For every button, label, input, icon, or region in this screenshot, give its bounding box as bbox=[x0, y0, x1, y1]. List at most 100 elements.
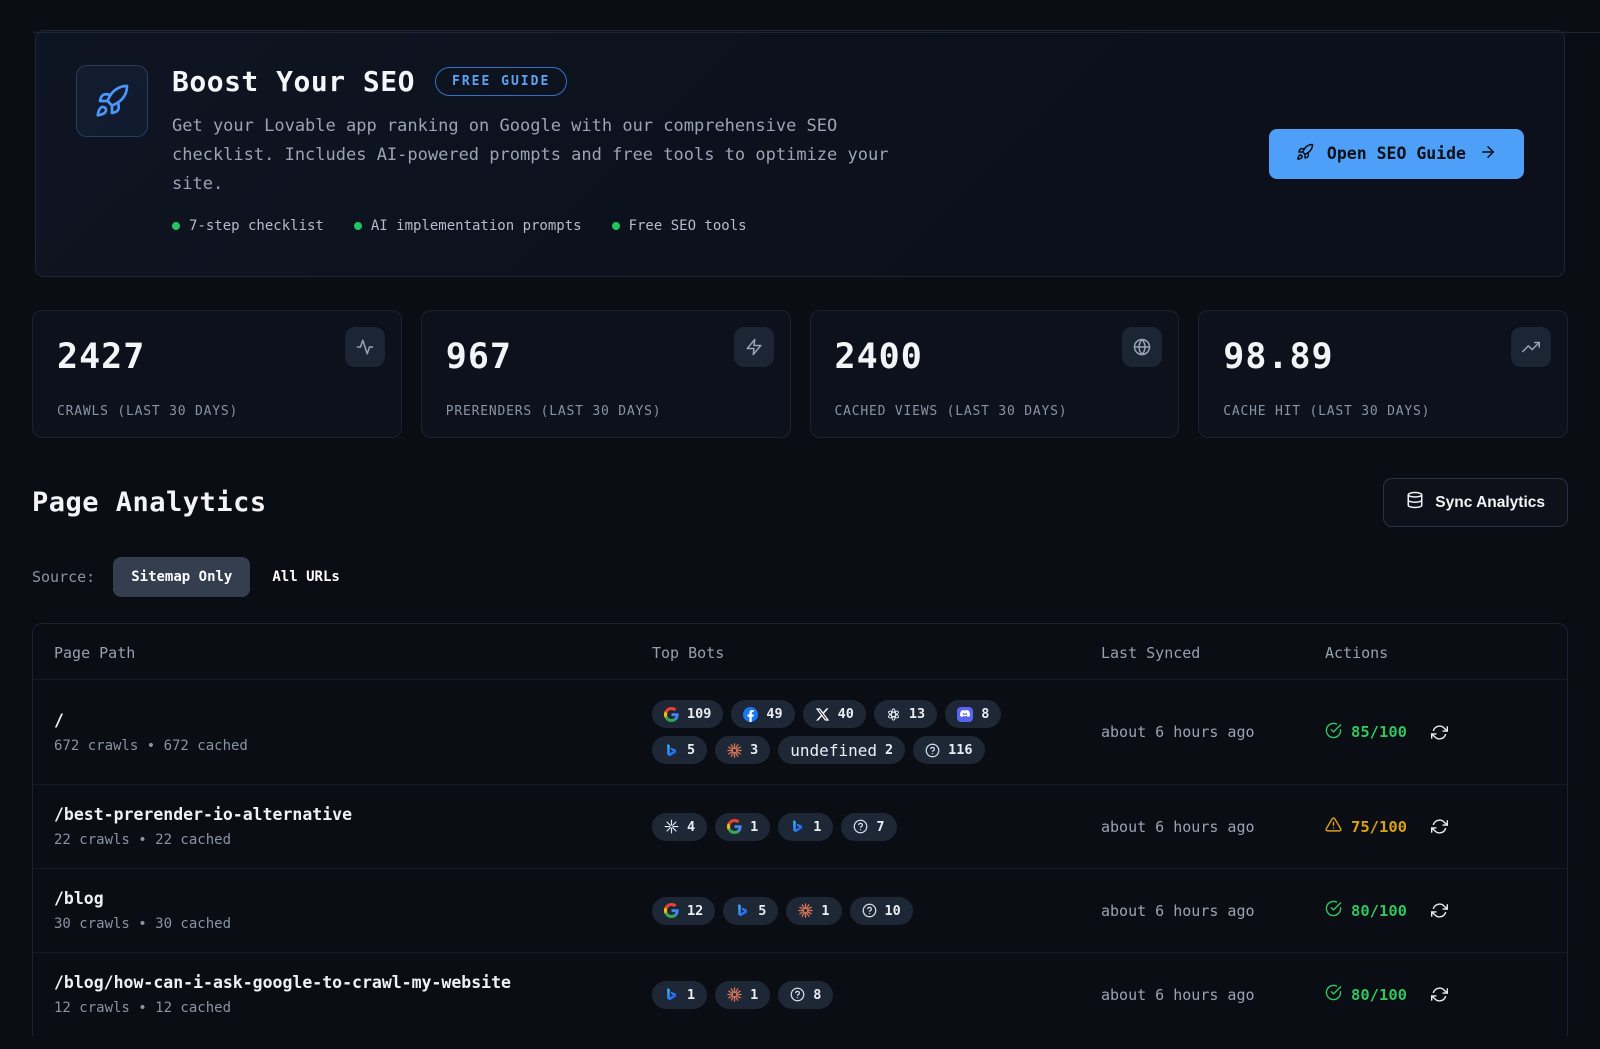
bot-badge: 5 bbox=[652, 736, 707, 764]
page-path: /best-prerender-io-alternative bbox=[54, 805, 652, 824]
source-row: Source: Sitemap OnlyAll URLs bbox=[32, 557, 1568, 597]
feature-item: 7-step checklist bbox=[172, 218, 324, 234]
stat-label: CACHE HIT (LAST 30 DAYS) bbox=[1223, 404, 1430, 419]
crawl-meta: 30 crawls • 30 cached bbox=[54, 916, 652, 932]
table-body: /672 crawls • 672 cached109494013853unde… bbox=[33, 679, 1567, 1036]
refresh-button[interactable] bbox=[1431, 818, 1448, 835]
feature-label: AI implementation prompts bbox=[371, 218, 582, 234]
claude-icon bbox=[727, 987, 742, 1002]
bot-badge: 10 bbox=[850, 897, 913, 925]
table-row: /672 crawls • 672 cached109494013853unde… bbox=[33, 679, 1567, 784]
database-icon bbox=[1406, 491, 1424, 514]
bolt-icon bbox=[734, 327, 774, 367]
globe-icon bbox=[1122, 327, 1162, 367]
claude-icon bbox=[727, 743, 742, 758]
green-dot-icon bbox=[172, 222, 180, 230]
star-bot-icon bbox=[664, 819, 679, 834]
stat-value: 967 bbox=[446, 337, 766, 377]
bot-badge: 8 bbox=[778, 981, 833, 1009]
table-row: /blog/how-can-i-ask-google-to-crawl-my-w… bbox=[33, 952, 1567, 1036]
crawl-meta: 22 crawls • 22 cached bbox=[54, 832, 652, 848]
x-icon bbox=[815, 707, 830, 722]
bot-badge: 109 bbox=[652, 700, 723, 728]
banner-title: Boost Your SEO bbox=[172, 65, 415, 98]
green-dot-icon bbox=[612, 222, 620, 230]
sync-analytics-button[interactable]: Sync Analytics bbox=[1383, 478, 1568, 527]
feature-item: AI implementation prompts bbox=[354, 218, 582, 234]
bot-count: 7 bbox=[876, 819, 884, 835]
last-synced: about 6 hours ago bbox=[1101, 902, 1325, 920]
open-seo-guide-button[interactable]: Open SEO Guide bbox=[1269, 129, 1524, 179]
stat-card: 2400CACHED VIEWS (LAST 30 DAYS) bbox=[810, 310, 1180, 438]
free-guide-badge: FREE GUIDE bbox=[435, 67, 567, 96]
bot-badge: 1 bbox=[715, 981, 770, 1009]
bot-count: 1 bbox=[750, 819, 758, 835]
stats-row: 2427CRAWLS (LAST 30 DAYS)967PRERENDERS (… bbox=[32, 310, 1568, 438]
source-option-all-urls[interactable]: All URLs bbox=[254, 557, 357, 597]
banner-features: 7-step checklist AI implementation prompt… bbox=[172, 218, 1269, 234]
last-synced: about 6 hours ago bbox=[1101, 986, 1325, 1004]
warning-triangle-icon bbox=[1325, 816, 1342, 837]
green-dot-icon bbox=[354, 222, 362, 230]
bot-count: 10 bbox=[885, 903, 901, 919]
page-analytics-title: Page Analytics bbox=[32, 487, 267, 518]
score-value: 75/100 bbox=[1351, 818, 1407, 836]
score-value: 80/100 bbox=[1351, 986, 1407, 1004]
stat-label: CACHED VIEWS (LAST 30 DAYS) bbox=[835, 404, 1068, 419]
stat-label: CRAWLS (LAST 30 DAYS) bbox=[57, 404, 238, 419]
bot-badge: 1 bbox=[786, 897, 841, 925]
page-path: /blog bbox=[54, 889, 652, 908]
seo-score: 85/100 bbox=[1325, 722, 1407, 743]
source-option-sitemap-only[interactable]: Sitemap Only bbox=[113, 557, 250, 597]
bot-count: 8 bbox=[981, 706, 989, 722]
last-synced: about 6 hours ago bbox=[1101, 818, 1325, 836]
linkedin-icon: undefined bbox=[790, 741, 877, 760]
unknown-bot-icon bbox=[925, 743, 940, 758]
bot-count: 13 bbox=[909, 706, 925, 722]
bot-count: 4 bbox=[687, 819, 695, 835]
refresh-button[interactable] bbox=[1431, 724, 1448, 741]
stat-card: 98.89CACHE HIT (LAST 30 DAYS) bbox=[1198, 310, 1568, 438]
google-icon bbox=[727, 819, 742, 834]
arrow-right-icon bbox=[1479, 143, 1497, 165]
bot-count: 1 bbox=[687, 987, 695, 1003]
bot-count: 49 bbox=[766, 706, 782, 722]
page-analytics-header: Page Analytics Sync Analytics bbox=[32, 478, 1568, 527]
bot-badge: 1 bbox=[715, 813, 770, 841]
feature-label: 7-step checklist bbox=[189, 218, 324, 234]
crawl-meta: 672 crawls • 672 cached bbox=[54, 738, 652, 754]
stat-card: 967PRERENDERS (LAST 30 DAYS) bbox=[421, 310, 791, 438]
bot-badge: undefined 2 bbox=[778, 736, 905, 764]
table-row: /best-prerender-io-alternative 22 crawls … bbox=[33, 784, 1567, 868]
bot-count: 1 bbox=[821, 903, 829, 919]
score-value: 80/100 bbox=[1351, 902, 1407, 920]
last-synced: about 6 hours ago bbox=[1101, 723, 1325, 741]
score-value: 85/100 bbox=[1351, 723, 1407, 741]
feature-item: Free SEO tools bbox=[612, 218, 747, 234]
google-icon bbox=[664, 707, 679, 722]
trend-up-icon bbox=[1511, 327, 1551, 367]
check-circle-icon bbox=[1325, 722, 1342, 743]
bot-count: 5 bbox=[687, 742, 695, 758]
bot-count: 8 bbox=[813, 987, 821, 1003]
facebook-icon bbox=[743, 707, 758, 722]
banner-content: Boost Your SEO FREE GUIDE Get your Lovab… bbox=[172, 65, 1269, 234]
bot-count: 1 bbox=[750, 987, 758, 1003]
bot-count: 12 bbox=[687, 903, 703, 919]
refresh-button[interactable] bbox=[1431, 986, 1448, 1003]
table-header: Page PathTop BotsLast SyncedActions bbox=[33, 624, 1567, 679]
bot-badge: 1 bbox=[652, 981, 707, 1009]
refresh-button[interactable] bbox=[1431, 902, 1448, 919]
activity-icon bbox=[345, 327, 385, 367]
feature-label: Free SEO tools bbox=[629, 218, 747, 234]
bot-badge: 5 bbox=[723, 897, 778, 925]
page-path: / bbox=[54, 711, 652, 730]
rocket-icon bbox=[1296, 143, 1314, 165]
page-analytics-table: Page PathTop BotsLast SyncedActions / 672… bbox=[32, 623, 1568, 1036]
bing-icon bbox=[664, 743, 679, 758]
page-path: /blog/how-can-i-ask-google-to-crawl-my-w… bbox=[54, 973, 652, 992]
bot-count: 3 bbox=[750, 742, 758, 758]
bot-count: 2 bbox=[885, 742, 893, 758]
open-seo-guide-label: Open SEO Guide bbox=[1327, 144, 1466, 163]
bing-icon bbox=[735, 903, 750, 918]
